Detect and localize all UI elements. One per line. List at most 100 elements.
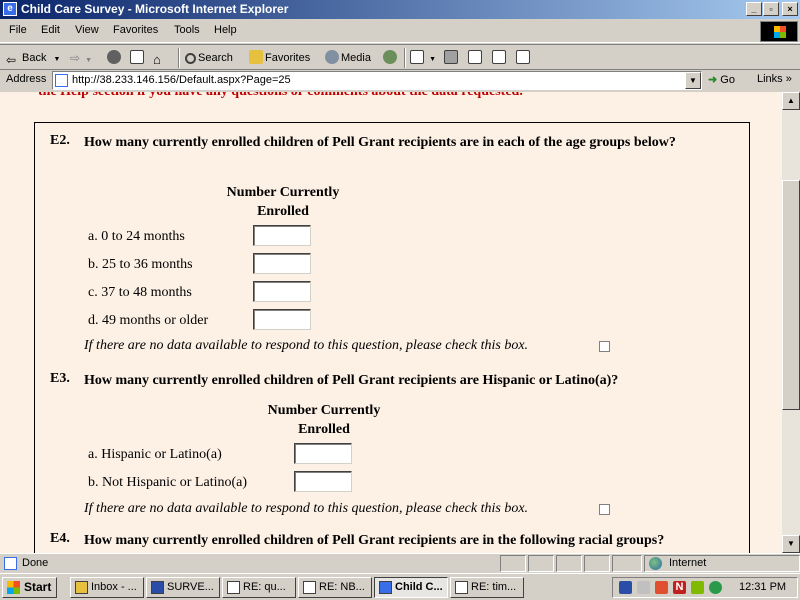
status-cell	[584, 555, 610, 572]
favorites-button[interactable]: Favorites	[249, 49, 310, 67]
question-text-e2: How many currently enrolled children of …	[84, 135, 676, 150]
mail-dropdown-icon[interactable]: ▼	[429, 56, 436, 63]
globe-icon	[649, 557, 662, 570]
language-icon[interactable]	[619, 581, 632, 594]
envelope-icon	[455, 581, 468, 594]
home-button[interactable]: ⌂	[153, 49, 169, 67]
task-survey-doc[interactable]: SURVE...	[146, 577, 220, 598]
enrolled-input-e2-c[interactable]	[253, 281, 311, 302]
favorites-icon	[249, 50, 263, 64]
question-panel: E2. How many currently enrolled children…	[34, 122, 750, 553]
back-arrow-icon: ⇦	[6, 53, 17, 67]
links-button[interactable]: Links »	[757, 73, 792, 85]
messenger-button[interactable]	[516, 49, 532, 67]
go-button[interactable]: ➜ Go	[708, 73, 735, 86]
no-data-note-e3: If there are no data available to respon…	[84, 501, 529, 516]
mail-button[interactable]: ▼	[410, 49, 436, 67]
enrolled-input-e3-b[interactable]	[294, 471, 352, 492]
menu-view[interactable]: View	[75, 24, 99, 36]
refresh-button[interactable]	[130, 49, 146, 67]
scroll-thumb[interactable]	[782, 180, 800, 410]
window-title: Child Care Survey - Microsoft Internet E…	[21, 2, 289, 16]
chevron-right-icon: »	[785, 73, 792, 85]
close-button[interactable]: ×	[782, 2, 798, 16]
task-label: RE: qu...	[243, 581, 286, 593]
status-cell	[500, 555, 526, 572]
menu-favorites[interactable]: Favorites	[113, 24, 158, 36]
search-button[interactable]: Search	[185, 49, 233, 67]
task-label: Inbox - ...	[91, 581, 137, 593]
forward-dropdown-icon[interactable]: ▼	[85, 57, 92, 64]
task-inbox[interactable]: Inbox - ...	[70, 577, 144, 598]
menu-tools[interactable]: Tools	[174, 24, 200, 36]
restore-button[interactable]: ▫	[763, 2, 779, 16]
edit-icon	[468, 50, 482, 64]
network-n-icon[interactable]: N	[673, 581, 686, 594]
refresh-icon	[130, 50, 144, 64]
links-label: Links	[757, 73, 783, 85]
status-text: Done	[22, 557, 49, 569]
enrolled-input-e3-a[interactable]	[294, 443, 352, 464]
media-button[interactable]: Media	[325, 49, 371, 67]
question-number-e3: E3.	[50, 371, 70, 386]
discuss-button[interactable]	[492, 49, 508, 67]
start-button[interactable]: Start	[2, 577, 57, 598]
task-label: Child C...	[395, 581, 443, 593]
messenger-icon	[516, 50, 530, 64]
discuss-icon	[492, 50, 506, 64]
task-child-care-survey[interactable]: Child C...	[374, 577, 448, 598]
word-icon	[151, 581, 164, 594]
edit-button[interactable]	[468, 49, 484, 67]
menu-help[interactable]: Help	[214, 24, 237, 36]
taskbar: Start Inbox - ... SURVE... RE: qu... RE:…	[0, 573, 800, 600]
no-data-checkbox-e2[interactable]	[599, 341, 610, 352]
task-email-tim[interactable]: RE: tim...	[450, 577, 524, 598]
status-cell	[612, 555, 642, 572]
menu-bar: File Edit View Favorites Tools Help	[0, 19, 800, 43]
address-bar: Address http://38.233.146.156/Default.as…	[0, 70, 800, 91]
enrolled-input-e2-b[interactable]	[253, 253, 311, 274]
task-email-qu[interactable]: RE: qu...	[222, 577, 296, 598]
forward-arrow-icon: ⇨	[70, 51, 81, 65]
menu-file[interactable]: File	[9, 24, 27, 36]
print-button[interactable]	[444, 49, 460, 67]
ie-icon	[379, 581, 392, 594]
window-title-bar[interactable]: e Child Care Survey - Microsoft Internet…	[0, 0, 800, 19]
address-dropdown-icon[interactable]: ▼	[685, 72, 701, 89]
no-data-checkbox-e3[interactable]	[599, 504, 610, 515]
task-label: RE: NB...	[319, 581, 365, 593]
row-label-e2-c: c. 37 to 48 months	[88, 285, 192, 300]
address-url[interactable]: http://38.233.146.156/Default.aspx?Page=…	[72, 74, 291, 86]
antivirus-icon[interactable]	[655, 581, 668, 594]
status-bar: Done Internet	[0, 553, 800, 572]
windows-logo-icon	[760, 21, 798, 42]
minimize-button[interactable]: _	[746, 2, 762, 16]
menu-edit[interactable]: Edit	[41, 24, 60, 36]
forward-button[interactable]: ⇨ ▼	[70, 49, 92, 67]
question-number-e4: E4.	[50, 531, 70, 546]
enrolled-input-e2-d[interactable]	[253, 309, 311, 330]
standard-toolbar: ⇦ Back ▼ ⇨ ▼ ⌂ Search Favorites Media ▼	[0, 44, 800, 70]
row-label-e2-d: d. 49 months or older	[88, 313, 209, 328]
media-label: Media	[341, 52, 371, 64]
task-email-nb[interactable]: RE: NB...	[298, 577, 372, 598]
clock[interactable]: 12:31 PM	[739, 581, 786, 593]
mail-icon	[410, 50, 424, 64]
envelope-icon	[227, 581, 240, 594]
messenger-tray-icon[interactable]	[709, 581, 722, 594]
scroll-down-icon[interactable]: ▼	[782, 535, 800, 553]
print-icon	[444, 50, 458, 64]
history-button[interactable]	[383, 49, 399, 67]
enrolled-input-e2-a[interactable]	[253, 225, 311, 246]
back-dropdown-icon[interactable]: ▼	[54, 56, 61, 63]
volume-icon[interactable]	[637, 581, 650, 594]
row-label-e3-a: a. Hispanic or Latino(a)	[88, 447, 222, 462]
address-input[interactable]: http://38.233.146.156/Default.aspx?Page=…	[52, 71, 702, 90]
back-button[interactable]: ⇦ Back ▼	[6, 49, 60, 67]
stop-button[interactable]	[107, 49, 123, 67]
update-icon[interactable]	[691, 581, 704, 594]
scroll-up-icon[interactable]: ▲	[782, 92, 800, 110]
vertical-scrollbar[interactable]: ▲ ▼	[782, 92, 800, 553]
no-data-note-e2: If there are no data available to respon…	[84, 338, 529, 353]
system-tray: N 12:31 PM	[612, 577, 798, 598]
